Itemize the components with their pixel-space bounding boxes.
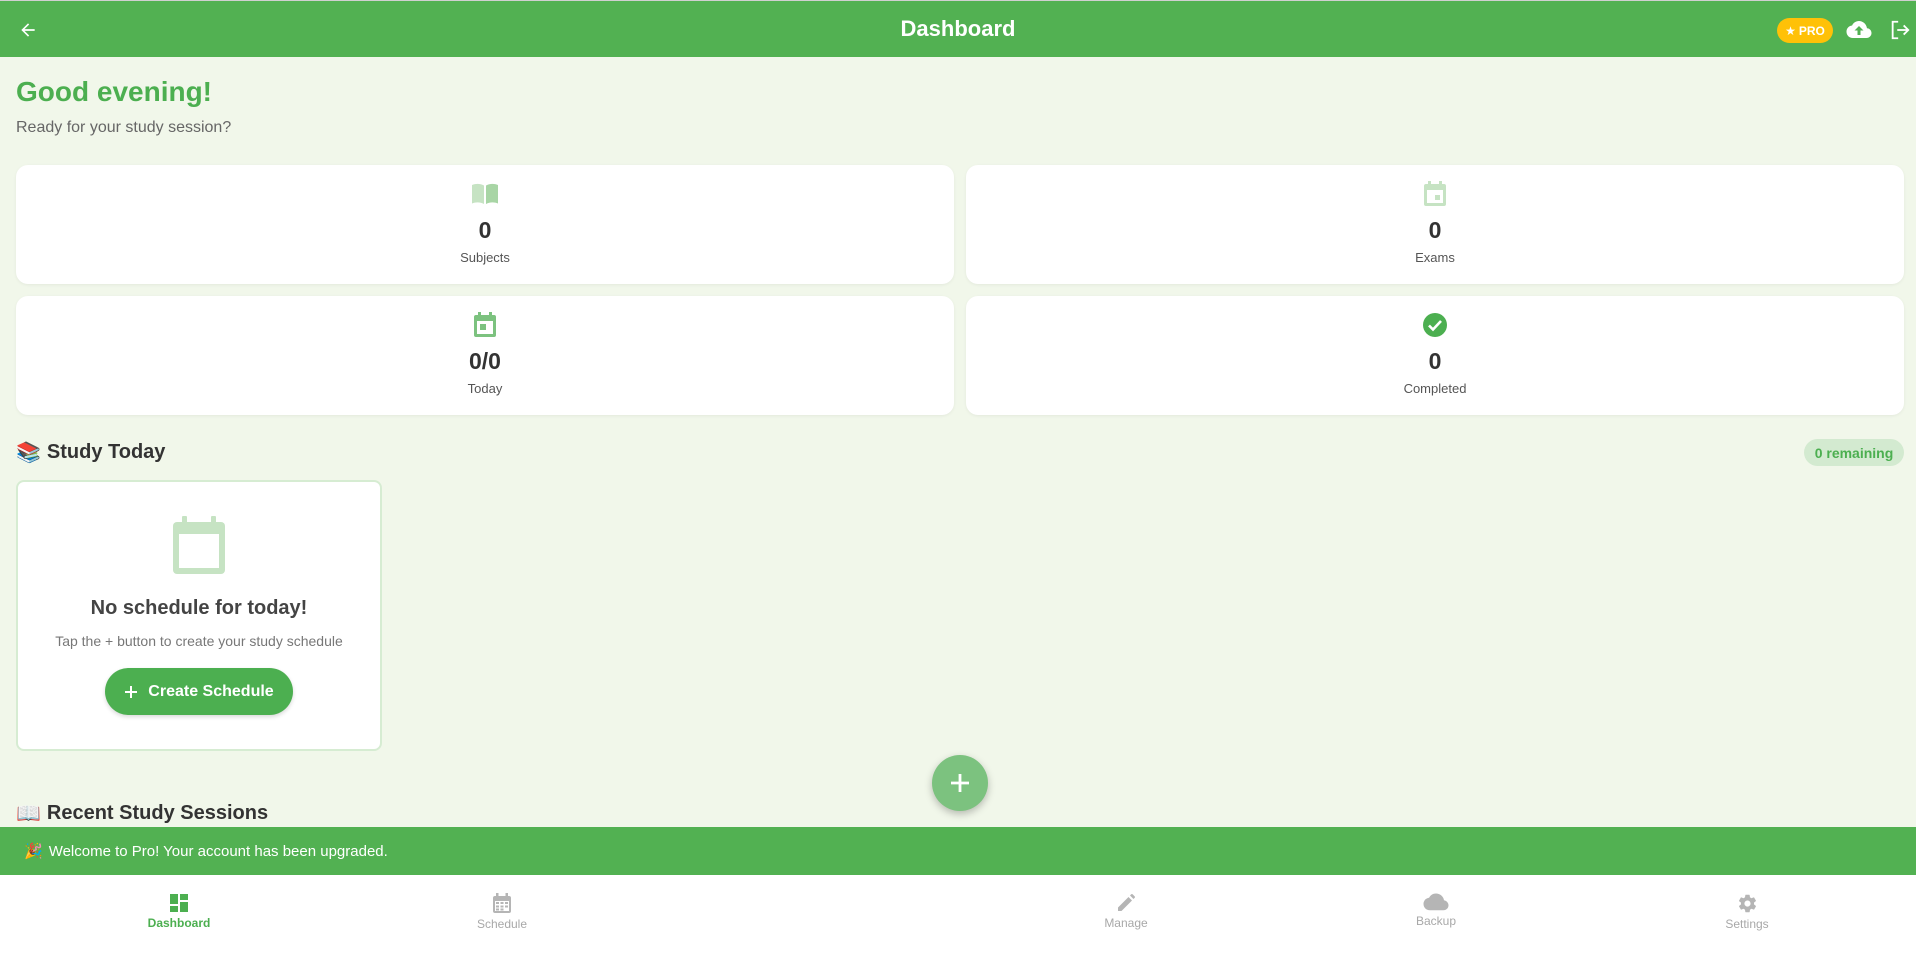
pro-badge[interactable]: ★ PRO: [1777, 18, 1833, 43]
add-fab-button[interactable]: [932, 755, 988, 811]
calendar-icon: [1424, 181, 1446, 206]
stat-value: 0/0: [469, 348, 501, 374]
empty-schedule-card: No schedule for today! Tap the + button …: [16, 480, 382, 751]
stat-value: 0: [1428, 217, 1442, 243]
stat-card-subjects[interactable]: 0 Subjects: [16, 165, 954, 284]
nav-label: Schedule: [476, 917, 528, 931]
nav-label: Backup: [1415, 914, 1457, 928]
logout-icon: [1891, 20, 1910, 40]
top-app-bar: Dashboard ★ PRO: [0, 0, 1916, 57]
empty-title: No schedule for today!: [90, 597, 308, 619]
create-schedule-label: Create Schedule: [148, 682, 274, 700]
star-icon: ★: [1785, 23, 1796, 38]
stat-label: Exams: [1415, 250, 1455, 265]
stat-card-completed[interactable]: 0 Completed: [966, 296, 1904, 415]
greeting-title: Good evening!: [16, 76, 212, 107]
greeting-subtitle: Ready for your study session?: [16, 119, 232, 136]
nav-item-manage[interactable]: Manage: [1066, 893, 1186, 930]
cloud-upload-button[interactable]: [1845, 17, 1873, 43]
welcome-snackbar: 🎉 Welcome to Pro! Your account has been …: [0, 827, 1916, 875]
recent-sessions-heading: 📖 Recent Study Sessions: [16, 801, 268, 826]
stat-card-exams[interactable]: 0 Exams: [966, 165, 1904, 284]
study-today-heading: 📚 Study Today: [16, 440, 165, 465]
back-button[interactable]: [14, 16, 42, 44]
schedule-icon: [493, 893, 511, 913]
calendar-icon: [173, 516, 225, 574]
calendar-today-icon: [474, 312, 496, 337]
pro-badge-label: PRO: [1798, 23, 1825, 38]
book-icon: [472, 183, 498, 204]
plus-icon: [125, 685, 138, 698]
nav-item-schedule[interactable]: Schedule: [442, 893, 562, 931]
arrow-left-icon: [21, 23, 35, 37]
nav-label: Manage: [1104, 916, 1148, 930]
nav-label: Settings: [1725, 917, 1769, 931]
logout-button[interactable]: [1886, 17, 1914, 43]
pencil-icon: [1118, 894, 1135, 911]
stat-label: Today: [467, 381, 503, 396]
remaining-badge: 0 remaining: [1804, 439, 1904, 466]
stat-value: 0: [1428, 348, 1442, 374]
dashboard-icon: [170, 894, 188, 912]
plus-icon: [951, 774, 969, 792]
gear-icon: [1738, 894, 1756, 913]
stat-value: 0: [478, 217, 492, 243]
stat-label: Completed: [1403, 381, 1467, 396]
study-today-title: Study Today: [46, 441, 166, 463]
party-emoji: 🎉: [24, 843, 43, 860]
cloud-icon: [1423, 893, 1449, 911]
empty-hint: Tap the + button to create your study sc…: [55, 633, 343, 649]
nav-item-dashboard[interactable]: Dashboard: [119, 893, 239, 930]
create-schedule-button[interactable]: Create Schedule: [105, 668, 293, 715]
nav-label: Dashboard: [147, 916, 211, 930]
recent-sessions-title: Recent Study Sessions: [46, 802, 269, 824]
snackbar-text: Welcome to Pro! Your account has been up…: [48, 842, 388, 860]
check-circle-icon: [1423, 313, 1447, 337]
page-title: Dashboard: [900, 16, 1016, 41]
books-emoji: 📚: [16, 442, 41, 464]
book-emoji: 📖: [16, 803, 41, 825]
nav-item-backup[interactable]: Backup: [1376, 893, 1496, 928]
cloud-upload-icon: [1846, 21, 1872, 38]
stat-label: Subjects: [460, 250, 510, 265]
bottom-navigation: Dashboard Schedule Manage Backup Setting…: [0, 875, 1916, 955]
stat-card-today[interactable]: 0/0 Today: [16, 296, 954, 415]
nav-item-settings[interactable]: Settings: [1687, 893, 1807, 931]
